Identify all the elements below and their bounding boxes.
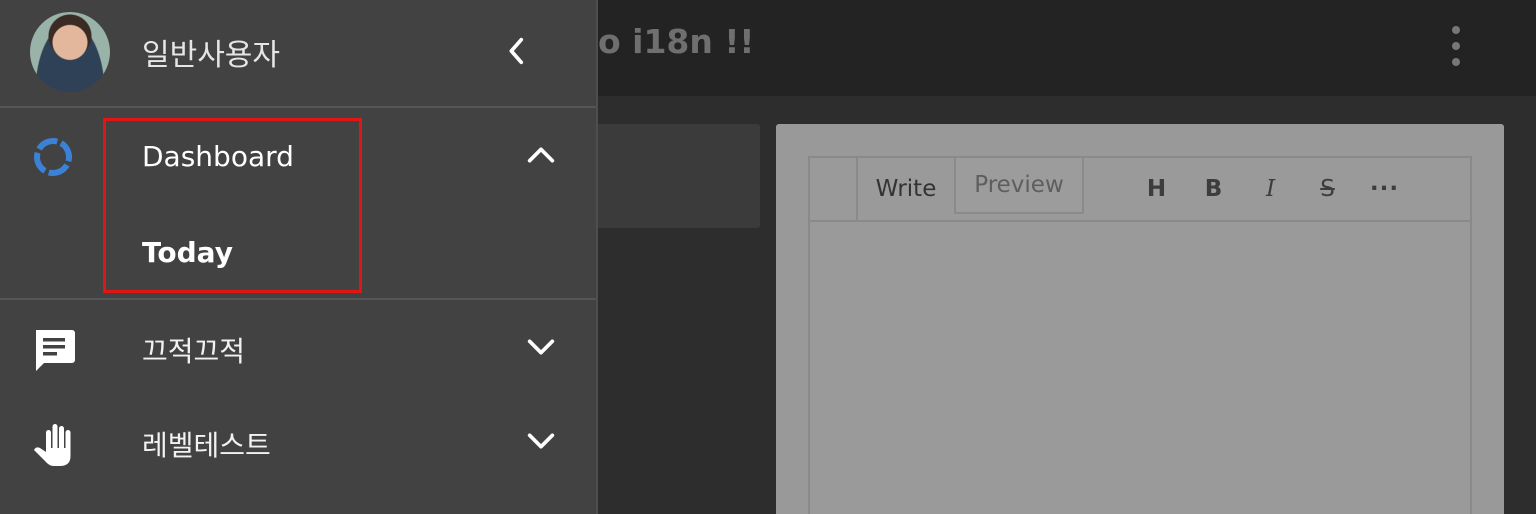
italic-icon[interactable]: I (1242, 159, 1299, 219)
markdown-editor: Write Preview H B I S ··· (808, 156, 1472, 514)
chevron-down-icon[interactable] (524, 424, 558, 458)
chevron-down-icon[interactable] (524, 330, 558, 364)
nav-item-today[interactable]: Today (142, 236, 233, 269)
more-horiz-icon[interactable]: ··· (1356, 159, 1413, 219)
tab-write[interactable]: Write (858, 158, 954, 220)
format-buttons: H B I S ··· (1128, 158, 1413, 220)
nav-item-level-test: 레벨테스트 (142, 429, 271, 462)
nav-group-scribble[interactable]: 끄적끄적 (0, 302, 596, 398)
bold-icon[interactable]: B (1185, 159, 1242, 219)
user-name: 일반사용자 (142, 38, 280, 73)
nav-group-level-test[interactable]: 레벨테스트 (0, 396, 596, 492)
hand-icon (34, 424, 71, 466)
editor-textarea[interactable] (810, 222, 1470, 514)
content-card (598, 124, 760, 228)
strikethrough-icon[interactable]: S (1299, 159, 1356, 219)
chevron-left-icon[interactable] (500, 34, 534, 68)
nav-item-dashboard[interactable]: Dashboard (142, 140, 294, 173)
editor-toolbar: Write Preview H B I S ··· (810, 156, 1470, 222)
screen: o i18n !! Write Preview H B I S ··· 일반사용… (0, 0, 1536, 514)
more-vert-icon[interactable] (1446, 26, 1466, 66)
heading-icon[interactable]: H (1128, 159, 1185, 219)
toolbar-spacer (810, 158, 858, 220)
tab-preview[interactable]: Preview (954, 156, 1084, 214)
editor-card: Write Preview H B I S ··· (776, 124, 1504, 514)
drawer-header: 일반사용자 (0, 0, 596, 108)
nav-item-scribble: 끄적끄적 (142, 335, 246, 368)
app-title: o i18n !! (598, 22, 755, 61)
loading-ring-icon (34, 138, 72, 176)
navigation-drawer: 일반사용자 Dashboard Today 끄적끄적 레벨테스트 (0, 0, 598, 514)
avatar[interactable] (30, 12, 110, 92)
chevron-up-icon[interactable] (524, 138, 558, 172)
nav-group-dashboard: Dashboard Today (0, 110, 596, 300)
comment-icon (36, 330, 75, 371)
